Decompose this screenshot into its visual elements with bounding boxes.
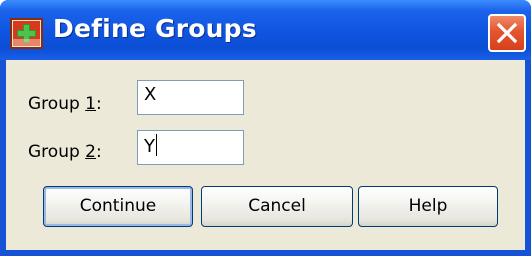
dialog-body: Group 1: X Group 2: Y Continue Cancel He… bbox=[6, 60, 525, 250]
group-1-input[interactable]: X bbox=[137, 80, 244, 115]
spss-dialog-icon bbox=[10, 18, 43, 49]
close-button[interactable] bbox=[488, 14, 526, 52]
group-2-label: Group 2: bbox=[28, 142, 102, 162]
group-2-value: Y bbox=[144, 136, 155, 157]
group-1-label: Group 1: bbox=[28, 94, 102, 114]
close-icon bbox=[496, 22, 518, 44]
continue-button[interactable]: Continue bbox=[43, 186, 193, 227]
text-caret bbox=[156, 134, 157, 156]
cancel-button[interactable]: Cancel bbox=[201, 186, 353, 227]
title-bar[interactable]: Define Groups bbox=[0, 0, 531, 60]
dialog-title: Define Groups bbox=[53, 14, 257, 43]
define-groups-dialog: Define Groups Group 1: X Group 2: Y Cont… bbox=[0, 0, 531, 256]
help-button[interactable]: Help bbox=[358, 186, 498, 227]
group-2-input[interactable]: Y bbox=[137, 130, 244, 165]
